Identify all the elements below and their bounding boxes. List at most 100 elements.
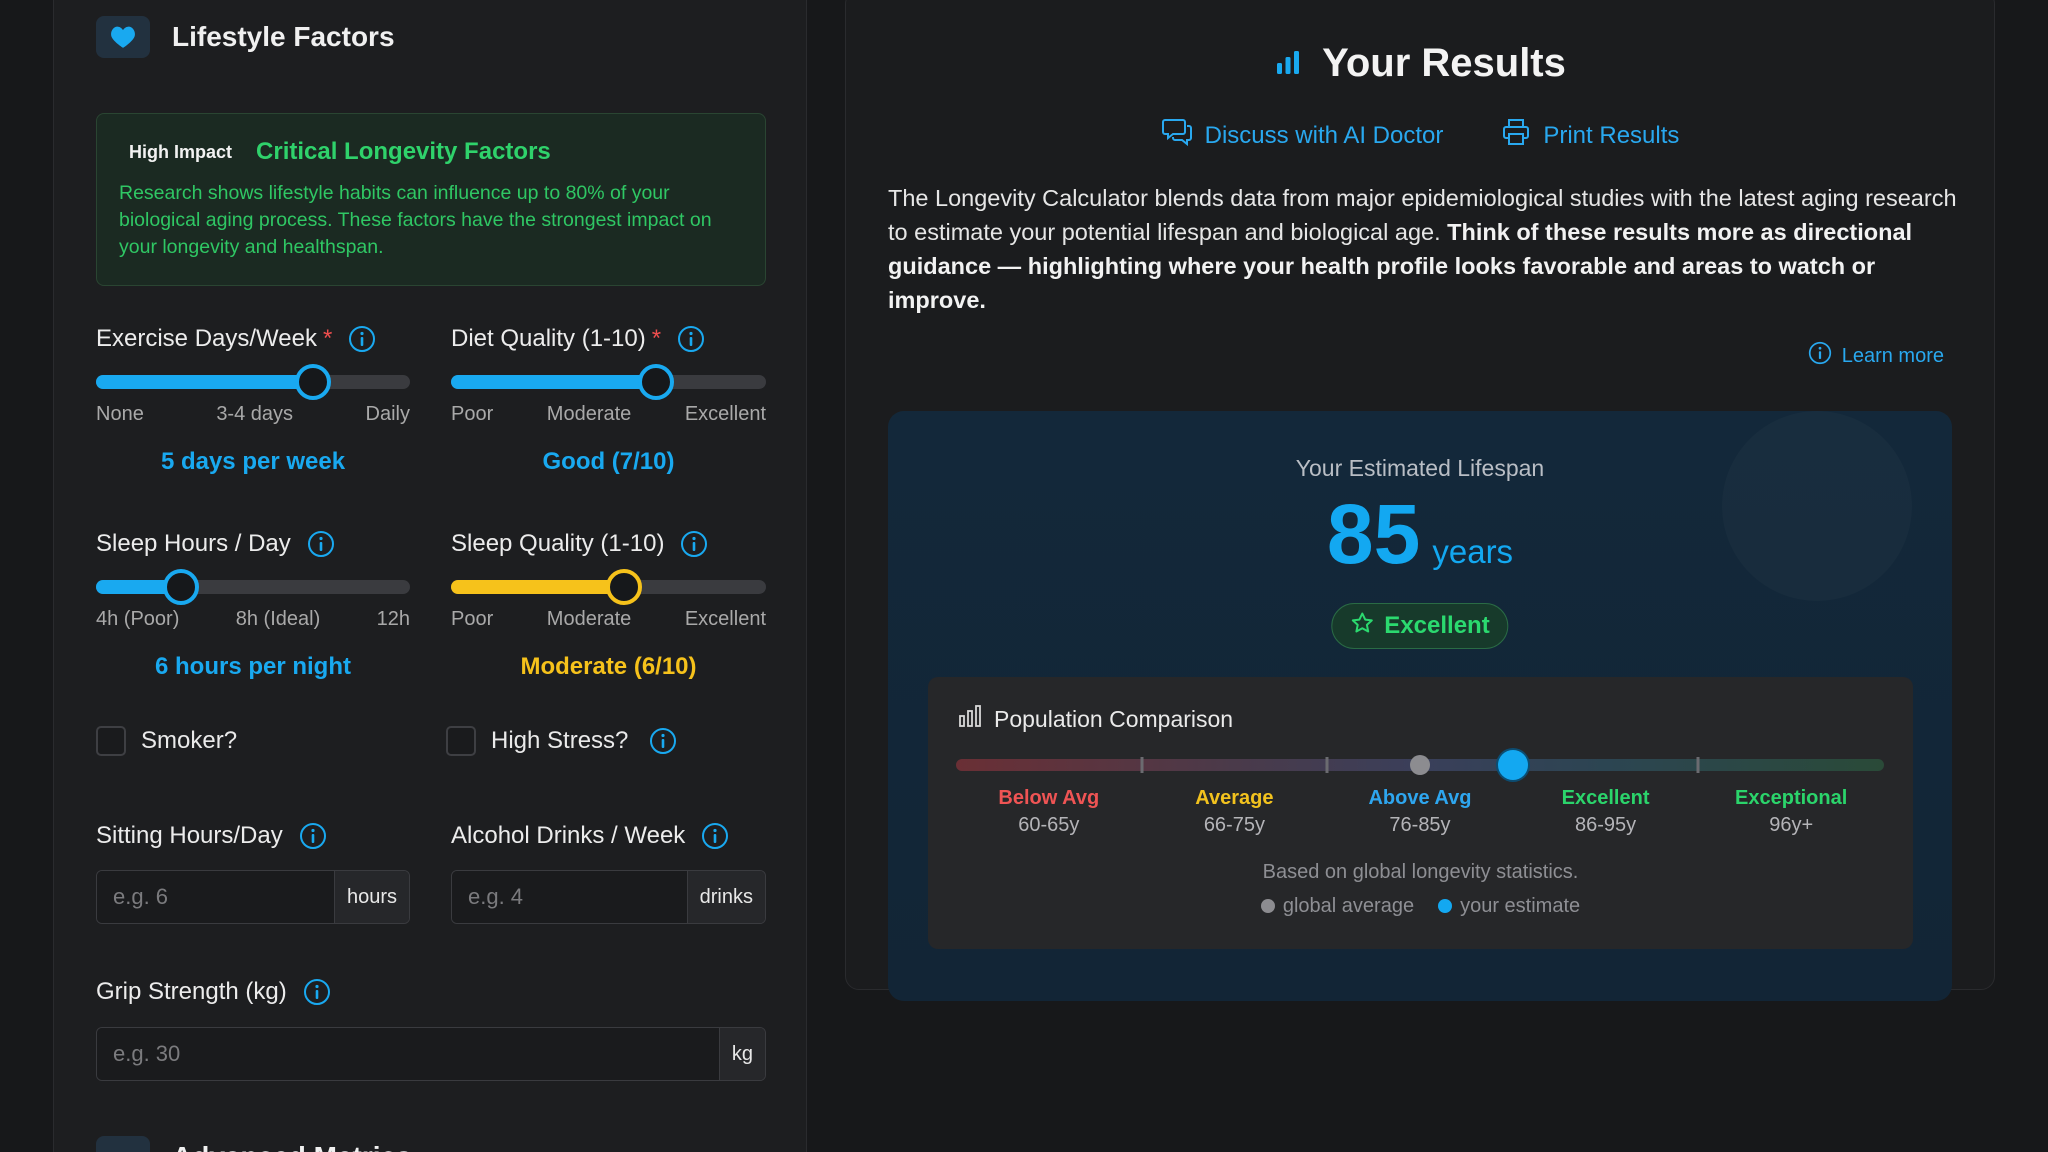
sleep-quality-label: Sleep Quality (1-10)	[451, 530, 708, 558]
tick-label: 12h	[376, 608, 410, 630]
sleep-hours-slider[interactable]	[96, 569, 410, 605]
diet-slider[interactable]	[451, 364, 766, 400]
smoker-row[interactable]: Smoker?	[96, 726, 237, 756]
diet-label-text: Diet Quality (1-10)	[451, 325, 646, 352]
print-label: Print Results	[1543, 121, 1680, 149]
alcohol-input[interactable]	[452, 871, 687, 923]
grip-unit: kg	[718, 1028, 765, 1080]
population-comparison: Population Comparison Below Avg 60-65y A…	[928, 677, 1913, 949]
info-icon[interactable]	[701, 822, 729, 850]
alcohol-label-text: Alcohol Drinks / Week	[451, 822, 686, 849]
grip-input-group: kg	[96, 1027, 766, 1081]
sleep-quality-slider[interactable]	[451, 569, 766, 605]
sleep-hours-label-text: Sleep Hours / Day	[96, 530, 291, 557]
slider-thumb[interactable]	[606, 569, 643, 605]
sitting-input[interactable]	[97, 871, 334, 923]
high-stress-row[interactable]: High Stress?	[446, 726, 677, 756]
category-name: Below Avg	[998, 787, 1100, 809]
category-range: 96y+	[1769, 814, 1814, 836]
legend-global-label: global average	[1282, 895, 1415, 917]
high-stress-checkbox[interactable]	[446, 726, 476, 756]
scale-separator	[1325, 757, 1329, 773]
category-name: Above Avg	[1368, 787, 1472, 809]
scale-separator	[1696, 757, 1700, 773]
info-icon[interactable]	[677, 325, 705, 353]
results-actions: Discuss with AI Doctor Print Results	[846, 117, 1994, 154]
info-icon[interactable]	[299, 822, 327, 850]
bar-chart-icon	[1274, 41, 1302, 86]
alcohol-input-group: drinks	[451, 870, 766, 924]
info-icon[interactable]	[680, 530, 708, 558]
population-legend: global average your estimate	[928, 895, 1913, 918]
category-range: 76-85y	[1389, 814, 1451, 836]
grip-label: Grip Strength (kg)	[96, 978, 331, 1006]
slider-thumb[interactable]	[162, 569, 199, 605]
population-note: Based on global longevity statistics.	[1262, 861, 1579, 883]
rating-badge: Excellent	[1331, 603, 1509, 649]
discuss-label: Discuss with AI Doctor	[1204, 121, 1444, 149]
exercise-slider[interactable]	[96, 364, 410, 400]
tick-label: Excellent	[684, 403, 766, 425]
impact-title: Critical Longevity Factors	[256, 138, 551, 165]
sleep-hours-value: 6 hours per night	[154, 653, 351, 680]
category-below-avg: Below Avg 60-65y	[956, 787, 1142, 837]
exercise-ticks: None 3-4 days Daily	[96, 403, 410, 426]
slider-thumb[interactable]	[637, 364, 674, 400]
impact-badge: High Impact	[129, 141, 233, 162]
slider-thumb[interactable]	[294, 364, 331, 400]
exercise-value: 5 days per week	[160, 448, 346, 475]
tick-label: Poor	[451, 403, 494, 425]
chat-icon	[1161, 117, 1193, 154]
tick-label: 3-4 days	[216, 403, 294, 425]
discuss-ai-button[interactable]: Discuss with AI Doctor	[1161, 117, 1444, 154]
estimate-card: Your Estimated Lifespan 85 years Excelle…	[888, 411, 1952, 1001]
info-icon[interactable]	[303, 978, 331, 1006]
tick-label: None	[96, 403, 144, 425]
population-categories: Below Avg 60-65y Average 66-75y Above Av…	[956, 787, 1884, 837]
sleep-quality-label-text: Sleep Quality (1-10)	[451, 530, 665, 557]
grip-input[interactable]	[97, 1028, 719, 1080]
required-marker: *	[651, 325, 662, 352]
tick-label: Moderate	[546, 608, 632, 630]
estimate-label: Your Estimated Lifespan	[1295, 455, 1545, 481]
category-name: Average	[1195, 787, 1274, 809]
info-icon	[1808, 341, 1832, 371]
estimate-value: 85 years	[888, 486, 1952, 583]
tick-label: 4h (Poor)	[96, 608, 180, 630]
learn-more-label: Learn more	[1841, 344, 1944, 367]
exercise-label: Exercise Days/Week *	[96, 325, 376, 353]
alcohol-label: Alcohol Drinks / Week	[451, 822, 729, 850]
rating-label: Excellent	[1384, 612, 1490, 639]
category-range: 86-95y	[1575, 814, 1637, 836]
info-icon[interactable]	[348, 325, 376, 353]
sitting-label: Sitting Hours/Day	[96, 822, 327, 850]
sitting-input-group: hours	[96, 870, 410, 924]
legend-dot	[1438, 899, 1453, 913]
smoker-checkbox[interactable]	[96, 726, 126, 756]
population-header: Population Comparison	[958, 705, 1233, 733]
tick-label: Poor	[451, 608, 494, 630]
slider-fill	[451, 580, 625, 594]
category-average: Average 66-75y	[1142, 787, 1328, 837]
sleep-quality-ticks: Poor Moderate Excellent	[451, 608, 766, 631]
category-range: 66-75y	[1203, 814, 1265, 836]
heart-icon	[96, 16, 150, 58]
printer-icon	[1501, 117, 1531, 154]
diet-ticks: Poor Moderate Excellent	[451, 403, 766, 426]
global-average-marker	[1410, 755, 1430, 775]
results-title: Your Results	[1322, 41, 1566, 85]
alcohol-unit: drinks	[686, 871, 765, 923]
results-header: Your Results	[846, 41, 1994, 86]
legend-dot	[1260, 899, 1275, 913]
learn-more-link[interactable]: Learn more	[1808, 341, 1944, 371]
print-results-button[interactable]: Print Results	[1501, 117, 1679, 154]
star-icon	[1350, 611, 1374, 642]
category-name: Excellent	[1561, 787, 1650, 809]
info-icon[interactable]	[307, 530, 335, 558]
legend-estimate: your estimate	[1438, 895, 1580, 918]
estimate-number: 85	[1326, 487, 1421, 581]
diet-value: Good (7/10)	[542, 448, 675, 475]
population-title: Population Comparison	[994, 705, 1234, 732]
info-icon[interactable]	[649, 727, 677, 755]
impact-callout: High Impact Critical Longevity Factors R…	[96, 113, 766, 286]
